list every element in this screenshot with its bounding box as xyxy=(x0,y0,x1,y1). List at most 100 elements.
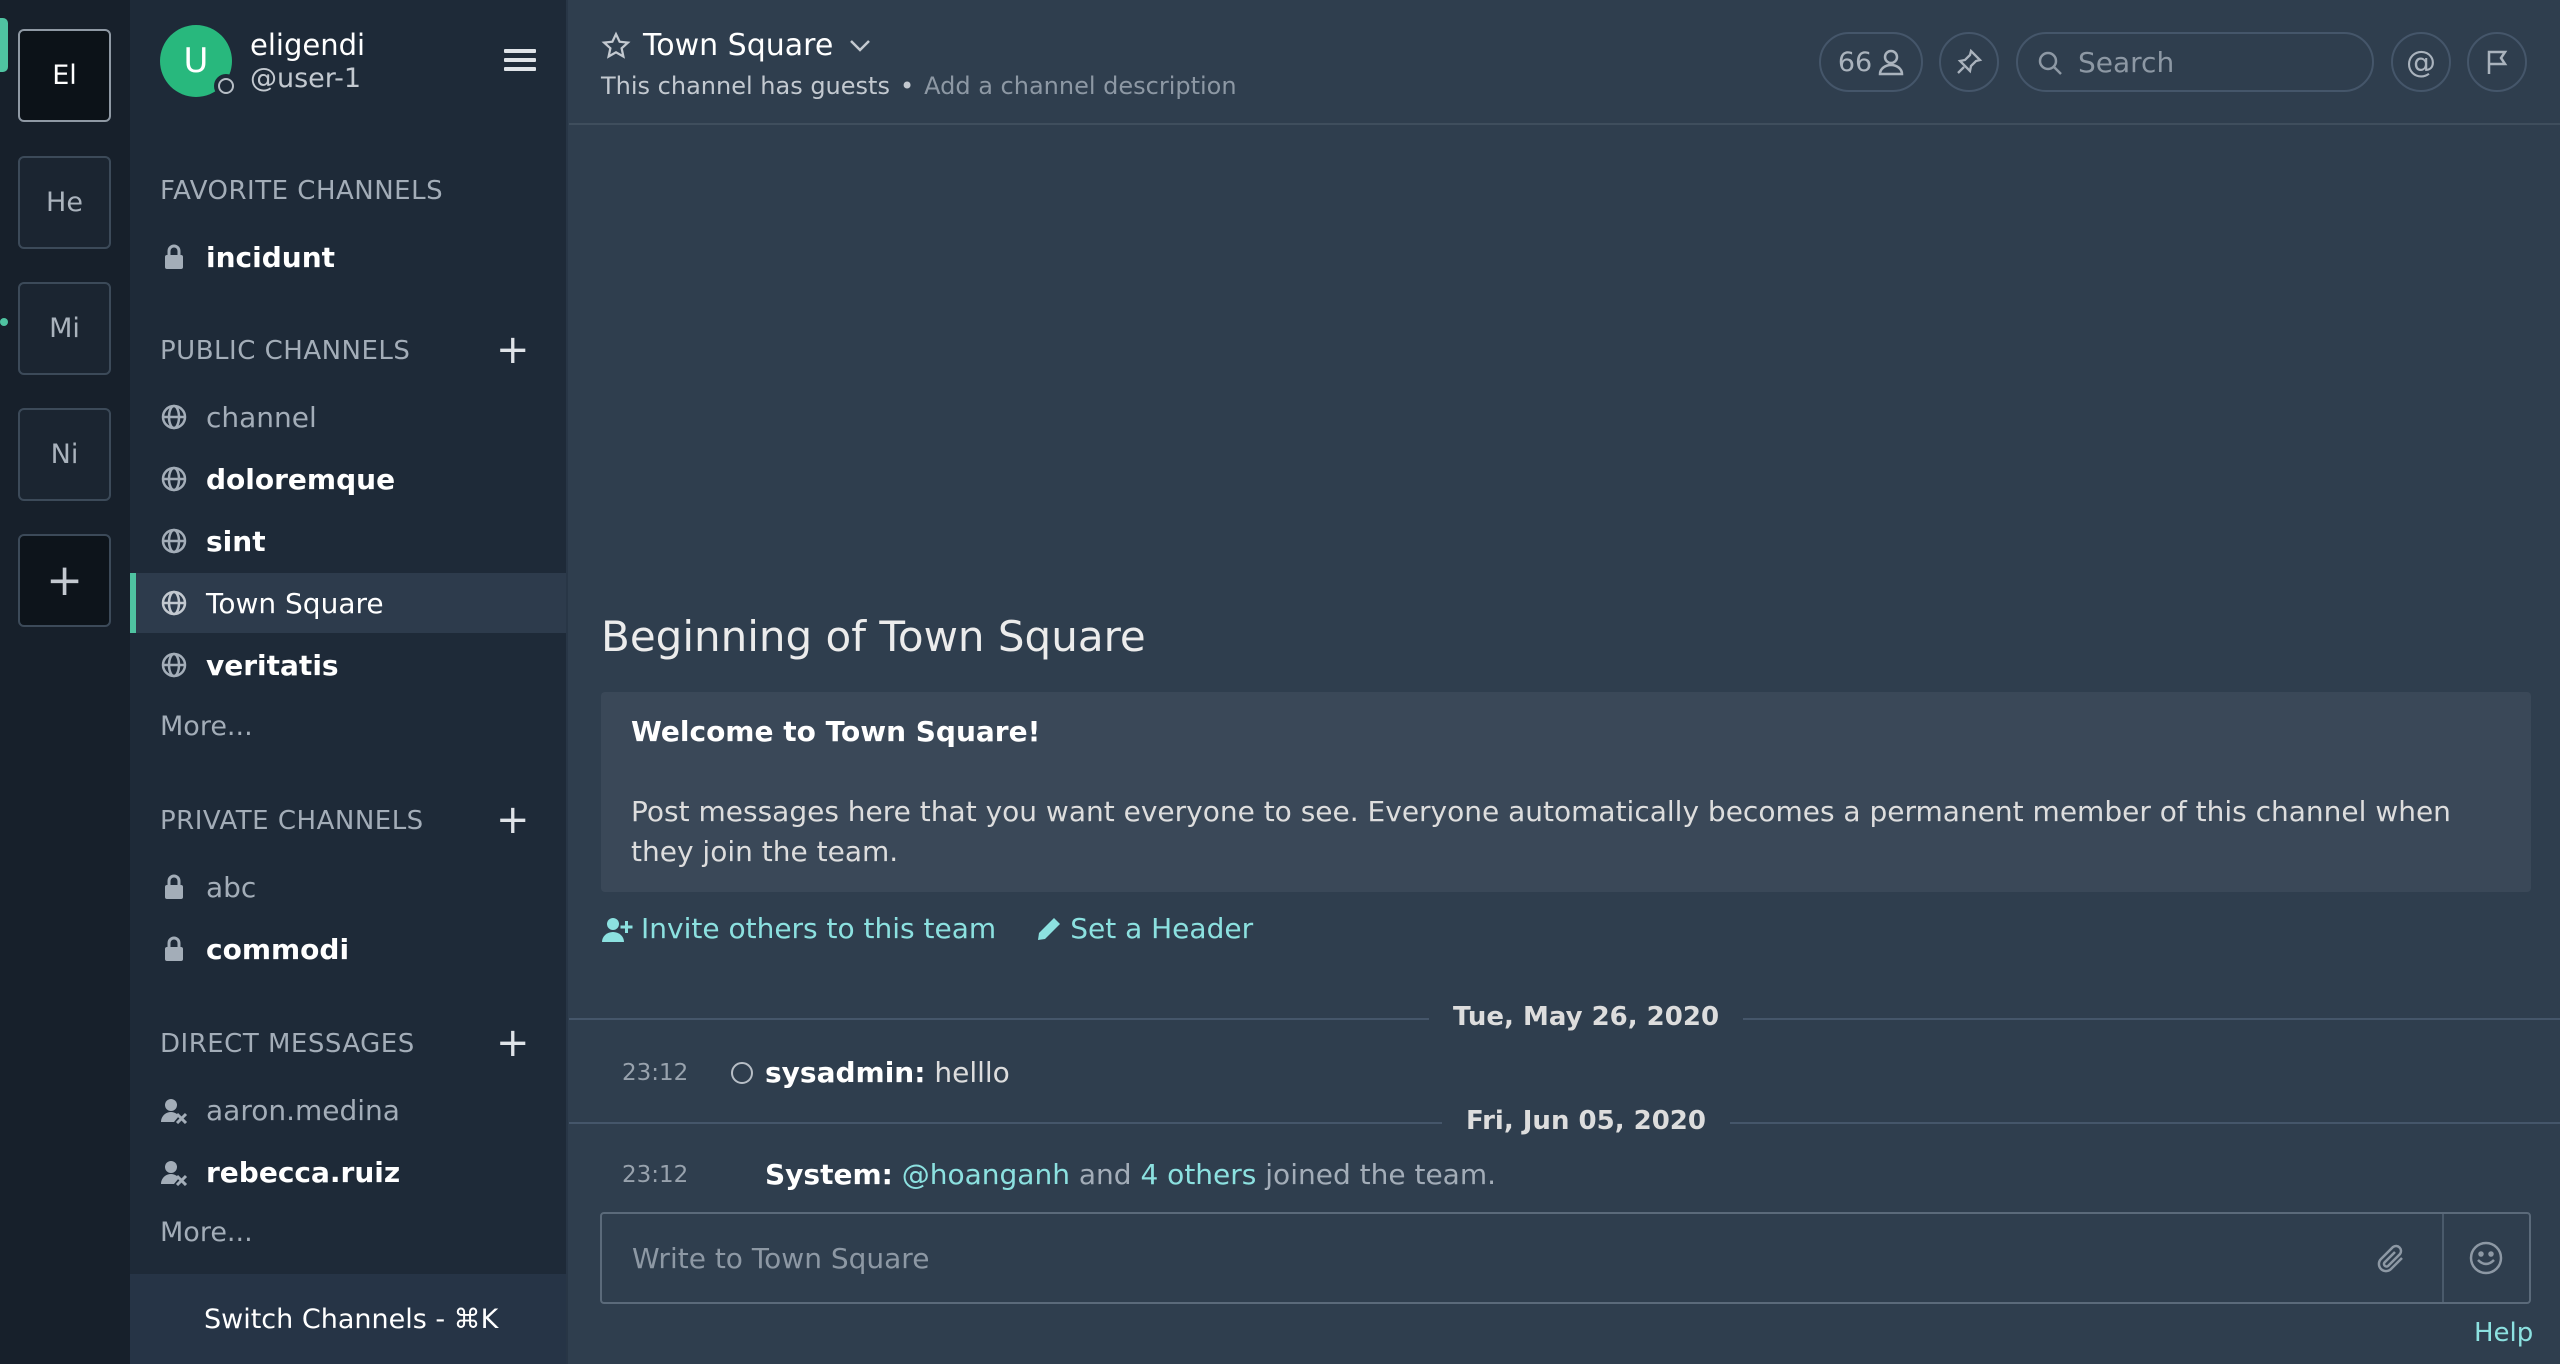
channel-name: Town Square xyxy=(643,28,834,63)
date-label: Fri, Jun 05, 2020 xyxy=(1442,1106,1730,1136)
channel-sidebar: U eligendi @user-1 FAVORITE CHANNELS inc… xyxy=(130,0,568,1364)
search-input[interactable]: Search xyxy=(2016,32,2374,92)
globe-icon xyxy=(160,589,188,617)
flag-icon xyxy=(2483,48,2511,76)
avatar-initial: U xyxy=(183,41,209,81)
offline-status-icon xyxy=(731,1062,753,1084)
lock-icon xyxy=(160,873,188,901)
author-colon: : xyxy=(914,1056,926,1089)
sidebar-item-aaron-medina[interactable]: aaron.medina xyxy=(130,1080,566,1140)
switch-channels-button[interactable]: Switch Channels - ⌘K xyxy=(130,1274,566,1364)
main-menu-icon[interactable] xyxy=(504,49,536,73)
sidebar-item-veritatis[interactable]: veritatis xyxy=(130,635,566,695)
sidebar-item-label: abc xyxy=(206,870,257,904)
welcome-title: Welcome to Town Square! xyxy=(631,715,1041,748)
deactivated-user-icon xyxy=(160,1158,188,1187)
composer-placeholder: Write to Town Square xyxy=(632,1242,930,1275)
team-sidebar: El He Mi Ni + xyxy=(0,0,130,1364)
add-description-link[interactable]: Add a channel description xyxy=(924,72,1236,100)
others-link[interactable]: 4 others xyxy=(1140,1158,1256,1191)
channel-header: Town Square This channel has guests • Add … xyxy=(569,0,2560,125)
message-composer[interactable]: Write to Town Square xyxy=(600,1212,2531,1304)
channel-view: Town Square This channel has guests • Add … xyxy=(569,0,2560,1364)
pencil-icon xyxy=(1036,916,1062,942)
composer-divider xyxy=(2442,1214,2444,1302)
user-display-name: eligendi xyxy=(250,28,366,62)
sidebar-item-incidunt[interactable]: incidunt xyxy=(130,227,566,287)
sidebar-item-label: doloremque xyxy=(206,462,396,496)
message-time[interactable]: 23:12 xyxy=(622,1162,688,1188)
star-icon[interactable] xyxy=(601,31,631,61)
author-colon: : xyxy=(881,1158,893,1191)
section-title-direct: DIRECT MESSAGES xyxy=(160,1029,415,1059)
add-team-button[interactable]: + xyxy=(18,534,111,627)
sidebar-item-label: sint xyxy=(206,524,266,558)
sidebar-item-label: commodi xyxy=(206,932,350,966)
sidebar-item-commodi[interactable]: commodi xyxy=(130,919,566,979)
sidebar-item-label: rebecca.ruiz xyxy=(206,1155,401,1189)
sidebar-item-rebecca-ruiz[interactable]: rebecca.ruiz xyxy=(130,1142,566,1202)
add-public-channel-button[interactable]: + xyxy=(496,330,530,370)
section-title-public: PUBLIC CHANNELS xyxy=(160,336,411,366)
message-post: sysadmin: helllo xyxy=(765,1056,1010,1089)
sidebar-item-label: aaron.medina xyxy=(206,1093,400,1127)
flagged-posts-button[interactable] xyxy=(2467,32,2527,92)
message-text: helllo xyxy=(934,1056,1010,1089)
sidebar-item-channel[interactable]: channel xyxy=(130,387,566,447)
mention-link[interactable]: @hoanganh xyxy=(902,1158,1070,1191)
paperclip-icon[interactable] xyxy=(2374,1242,2410,1278)
message-conjunction: and xyxy=(1078,1158,1132,1191)
invite-others-label: Invite others to this team xyxy=(641,912,997,945)
message-tail: joined the team. xyxy=(1265,1158,1497,1191)
section-title-private: PRIVATE CHANNELS xyxy=(160,806,424,836)
more-public-channels-link[interactable]: More... xyxy=(160,711,253,742)
set-header-link[interactable]: Set a Header xyxy=(1036,912,1253,945)
team-button-ni[interactable]: Ni xyxy=(18,408,111,501)
team-unread-dot xyxy=(0,318,8,326)
active-team-indicator xyxy=(0,18,8,72)
member-count: 66 xyxy=(1837,46,1873,78)
message-author[interactable]: sysadmin xyxy=(765,1056,914,1089)
intro-actions: Invite others to this team Set a Header xyxy=(601,912,1253,945)
search-icon xyxy=(2036,49,2064,77)
chevron-down-icon[interactable] xyxy=(849,39,871,53)
sidebar-item-label: Town Square xyxy=(206,586,384,620)
sidebar-item-label: channel xyxy=(206,400,317,434)
team-button-he[interactable]: He xyxy=(18,156,111,249)
sidebar-item-doloremque[interactable]: doloremque xyxy=(130,449,566,509)
invite-others-link[interactable]: Invite others to this team xyxy=(601,912,996,945)
channel-subtitle: This channel has guests • Add a channel de… xyxy=(601,72,1237,100)
team-button-mi[interactable]: Mi xyxy=(18,282,111,375)
add-direct-message-button[interactable]: + xyxy=(496,1023,530,1063)
member-list-button[interactable]: 66 xyxy=(1819,32,1923,92)
guests-note: This channel has guests xyxy=(601,72,890,100)
system-message: System: @hoanganh and 4 others joined th… xyxy=(765,1158,1496,1191)
pin-icon xyxy=(1955,48,1983,76)
sidebar-item-abc[interactable]: abc xyxy=(130,857,566,917)
section-title-favorites: FAVORITE CHANNELS xyxy=(160,176,444,206)
offline-status-icon[interactable] xyxy=(214,74,238,98)
set-header-label: Set a Header xyxy=(1070,912,1254,945)
add-private-channel-button[interactable]: + xyxy=(496,800,530,840)
pinned-messages-button[interactable] xyxy=(1939,32,1999,92)
more-direct-messages-link[interactable]: More... xyxy=(160,1217,253,1248)
lock-icon xyxy=(160,935,188,963)
help-link[interactable]: Help xyxy=(2474,1318,2533,1348)
channel-title[interactable]: Town Square xyxy=(601,28,871,63)
subtitle-separator: • xyxy=(899,72,915,100)
team-button-el[interactable]: El xyxy=(18,29,111,122)
globe-icon xyxy=(160,651,188,679)
welcome-body: Post messages here that you want everyon… xyxy=(631,795,2451,868)
date-label: Tue, May 26, 2020 xyxy=(1429,1002,1744,1032)
sidebar-item-label: incidunt xyxy=(206,240,336,274)
globe-icon xyxy=(160,527,188,555)
recent-mentions-button[interactable]: @ xyxy=(2391,32,2451,92)
sidebar-item-town-square[interactable]: Town Square xyxy=(130,573,566,633)
emoji-icon[interactable] xyxy=(2468,1240,2504,1276)
search-placeholder: Search xyxy=(2078,45,2175,79)
globe-icon xyxy=(160,465,188,493)
sidebar-item-sint[interactable]: sint xyxy=(130,511,566,571)
at-icon: @ xyxy=(2406,44,2436,80)
message-time[interactable]: 23:12 xyxy=(622,1060,688,1086)
sidebar-item-label: veritatis xyxy=(206,648,339,682)
